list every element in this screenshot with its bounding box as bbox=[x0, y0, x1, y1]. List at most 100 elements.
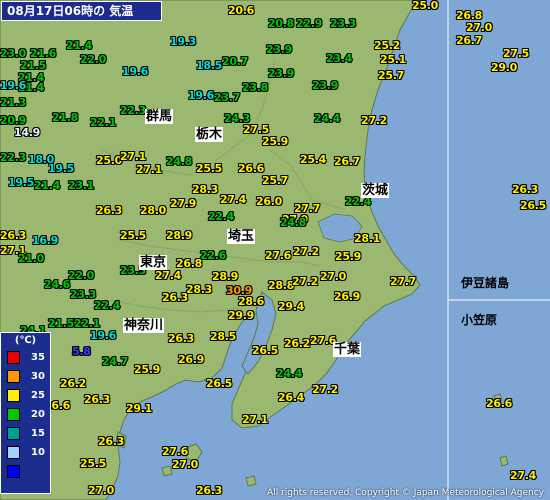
temp-reading: 26.2 bbox=[284, 337, 310, 350]
temp-reading: 26.7 bbox=[456, 34, 482, 47]
temp-reading: 22.4 bbox=[208, 210, 234, 223]
temp-reading: 19.6 bbox=[0, 79, 26, 92]
temp-reading: 26.4 bbox=[278, 391, 304, 404]
temp-reading: 19.5 bbox=[8, 176, 34, 189]
legend-unit: (℃) bbox=[14, 335, 37, 346]
temp-reading: 19.3 bbox=[170, 35, 196, 48]
temp-reading: 27.2 bbox=[293, 245, 319, 258]
temp-reading: 21.0 bbox=[18, 252, 44, 265]
temp-reading: 25.9 bbox=[335, 250, 361, 263]
temp-reading: 26.3 bbox=[98, 435, 124, 448]
legend-value: 10 bbox=[31, 447, 45, 458]
temp-reading: 26.6 bbox=[486, 397, 512, 410]
temp-reading: 22.4 bbox=[94, 299, 120, 312]
temp-reading: 26.5 bbox=[520, 199, 546, 212]
temp-reading: 26.3 bbox=[168, 332, 194, 345]
pref-label-gunma: 群馬 bbox=[145, 109, 174, 124]
temp-reading: 23.3 bbox=[330, 17, 356, 30]
temp-reading: 23.9 bbox=[266, 43, 292, 56]
pref-label-tochigi: 栃木 bbox=[195, 127, 224, 142]
region-label-izu: 伊豆諸島 bbox=[461, 276, 510, 290]
hachijojima bbox=[245, 475, 257, 487]
legend-swatch bbox=[7, 389, 20, 402]
temp-reading: 21.4 bbox=[66, 39, 92, 52]
temp-reading: 25.5 bbox=[80, 457, 106, 470]
temp-reading: 27.0 bbox=[172, 458, 198, 471]
temp-reading: 24.7 bbox=[102, 355, 128, 368]
temp-reading: 22.9 bbox=[296, 17, 322, 30]
temp-reading: 23.9 bbox=[268, 67, 294, 80]
temp-reading: 22.1 bbox=[90, 116, 116, 129]
temp-reading: 22.3 bbox=[120, 104, 146, 117]
pref-label-kanagawa: 神奈川 bbox=[123, 318, 165, 333]
temp-reading: 25.9 bbox=[262, 135, 288, 148]
temperature-legend: (℃) 35 30 25 20 15 10 bbox=[0, 332, 51, 494]
copyright-notice: All rights reserved. Copyright © Japan M… bbox=[267, 488, 544, 498]
legend-swatch bbox=[7, 427, 20, 440]
pref-label-chiba: 千葉 bbox=[333, 342, 362, 357]
temp-reading: 24.4 bbox=[276, 367, 302, 380]
temp-reading: 27.2 bbox=[361, 114, 387, 127]
legend-value: 30 bbox=[31, 371, 45, 382]
temp-reading: 19.6 bbox=[122, 65, 148, 78]
temp-reading: 27.4 bbox=[510, 469, 536, 482]
temp-reading: 25.1 bbox=[380, 53, 406, 66]
temp-reading: 27.0 bbox=[320, 270, 346, 283]
temp-reading: 22.0 bbox=[80, 53, 106, 66]
temp-reading: 28.9 bbox=[166, 229, 192, 242]
temp-reading: 14.9 bbox=[14, 126, 40, 139]
temp-reading: 27.7 bbox=[390, 275, 416, 288]
temperature-map: 20.6 20.8 22.9 23.3 25.0 26.8 27.0 26.7 23.0 21.6… bbox=[0, 0, 550, 500]
temp-reading: 27.2 bbox=[292, 275, 318, 288]
temp-reading: 16.9 bbox=[32, 234, 58, 247]
legend-value: 35 bbox=[31, 352, 45, 363]
temp-reading: 26.3 bbox=[0, 229, 26, 242]
temp-reading: 5.8 bbox=[72, 345, 91, 358]
temp-reading: 28.1 bbox=[354, 232, 380, 245]
legend-value: 15 bbox=[31, 428, 45, 439]
temp-reading: 29.9 bbox=[228, 309, 254, 322]
temp-reading: 29.1 bbox=[126, 402, 152, 415]
temp-reading: 25.4 bbox=[300, 153, 326, 166]
temp-reading: 22.6 bbox=[200, 249, 226, 262]
temp-reading: 27.1 bbox=[136, 163, 162, 176]
temp-reading: 27.4 bbox=[220, 193, 246, 206]
temp-reading: 23.9 bbox=[312, 79, 338, 92]
temp-reading: 27.9 bbox=[170, 197, 196, 210]
temp-reading: 23.4 bbox=[326, 52, 352, 65]
pref-label-tokyo: 東京 bbox=[139, 255, 168, 270]
temp-reading: 28.3 bbox=[186, 283, 212, 296]
temp-reading: 22.3 bbox=[0, 151, 26, 164]
temp-reading: 25.9 bbox=[134, 363, 160, 376]
small-island bbox=[499, 455, 509, 467]
temp-reading: 26.7 bbox=[334, 155, 360, 168]
temp-reading: 21.4 bbox=[34, 179, 60, 192]
temp-reading: 24.6 bbox=[44, 278, 70, 291]
temp-reading: 27.7 bbox=[294, 202, 320, 215]
temp-reading: 27.6 bbox=[265, 249, 291, 262]
temp-reading: 29.0 bbox=[491, 61, 517, 74]
pref-label-saitama: 埼玉 bbox=[227, 229, 256, 244]
temp-reading: 25.7 bbox=[262, 174, 288, 187]
temp-reading: 26.0 bbox=[256, 195, 282, 208]
temp-reading: 27.1 bbox=[242, 413, 268, 426]
temp-reading: 23.1 bbox=[68, 179, 94, 192]
legend-value: 25 bbox=[31, 390, 45, 401]
temp-reading: 19.6 bbox=[188, 89, 214, 102]
region-label-ogasawara: 小笠原 bbox=[461, 313, 498, 327]
temp-reading: 24.8 bbox=[166, 155, 192, 168]
temp-reading: 27.2 bbox=[312, 383, 338, 396]
temp-reading: 26.3 bbox=[512, 183, 538, 196]
legend-swatch bbox=[7, 370, 20, 383]
temp-reading: 28.8 bbox=[268, 279, 294, 292]
temp-reading: 18.5 bbox=[196, 59, 222, 72]
temp-reading: 25.7 bbox=[378, 69, 404, 82]
temp-reading: 28.5 bbox=[210, 330, 236, 343]
temp-reading: 27.1 bbox=[120, 150, 146, 163]
temp-reading: 26.3 bbox=[162, 291, 188, 304]
legend-swatch bbox=[7, 465, 20, 478]
temp-reading: 20.7 bbox=[222, 55, 248, 68]
map-title: 08月17日06時の 気温 bbox=[1, 1, 162, 21]
temp-reading: 27.6 bbox=[162, 445, 188, 458]
temp-reading: 20.6 bbox=[228, 4, 254, 17]
